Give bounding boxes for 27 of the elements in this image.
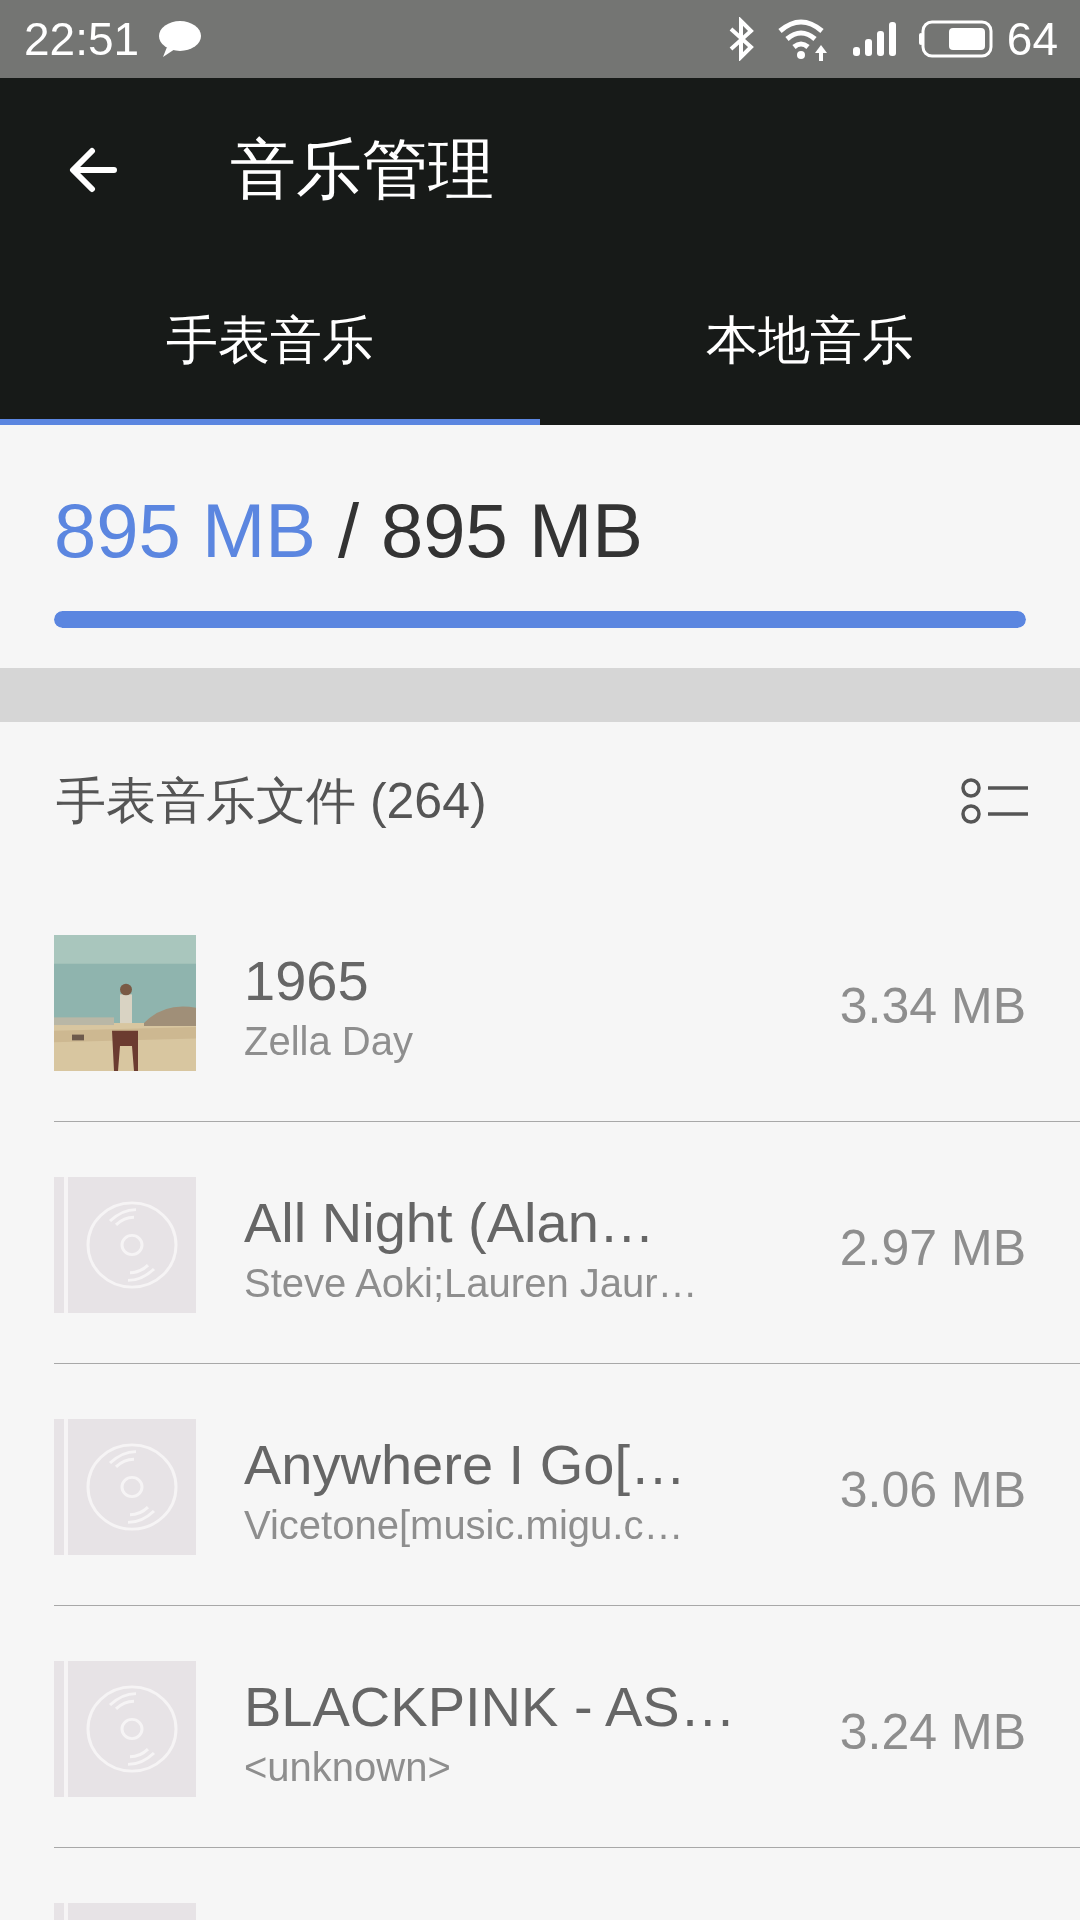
file-size: 3.34 MB — [839, 976, 1026, 1035]
song-title: BLACKPINK - AS… — [244, 1674, 737, 1741]
song-artist: Steve Aoki;Lauren Jaur… — [244, 1260, 699, 1306]
tab[interactable]: 手表音乐 — [0, 262, 540, 425]
signal-icon — [850, 21, 899, 57]
tab[interactable]: 本地音乐 — [540, 262, 1080, 425]
song-artist: <unknown> — [244, 1744, 452, 1790]
file-size: 2.97 MB — [839, 1218, 1026, 1277]
used-storage: 895 MB — [54, 487, 316, 574]
song-title: Anywhere I Go[… — [244, 1432, 687, 1499]
chat-bubble-icon — [157, 19, 204, 59]
song-title: All Night (Alan… — [244, 1190, 656, 1257]
slash-separator: / — [337, 487, 360, 574]
section-title: 手表音乐文件 (264) — [56, 771, 487, 831]
page-title: 音乐管理 — [230, 131, 494, 208]
battery-percent: 64 — [1006, 12, 1058, 66]
file-size: 3.24 MB — [839, 1702, 1026, 1761]
total-storage: 895 MB — [381, 487, 643, 574]
song-title: 1965 — [244, 948, 370, 1015]
clock-time: 22:51 — [24, 12, 140, 66]
file-size: 3.06 MB — [839, 1460, 1026, 1519]
back-arrow-icon — [68, 147, 118, 193]
list-view-button[interactable] — [960, 775, 1030, 827]
song-artist: Zella Day — [244, 1018, 414, 1064]
song-artist: Vicetone[music.migu.c… — [244, 1502, 685, 1548]
battery-icon — [918, 19, 993, 59]
list-icon — [960, 775, 1030, 827]
